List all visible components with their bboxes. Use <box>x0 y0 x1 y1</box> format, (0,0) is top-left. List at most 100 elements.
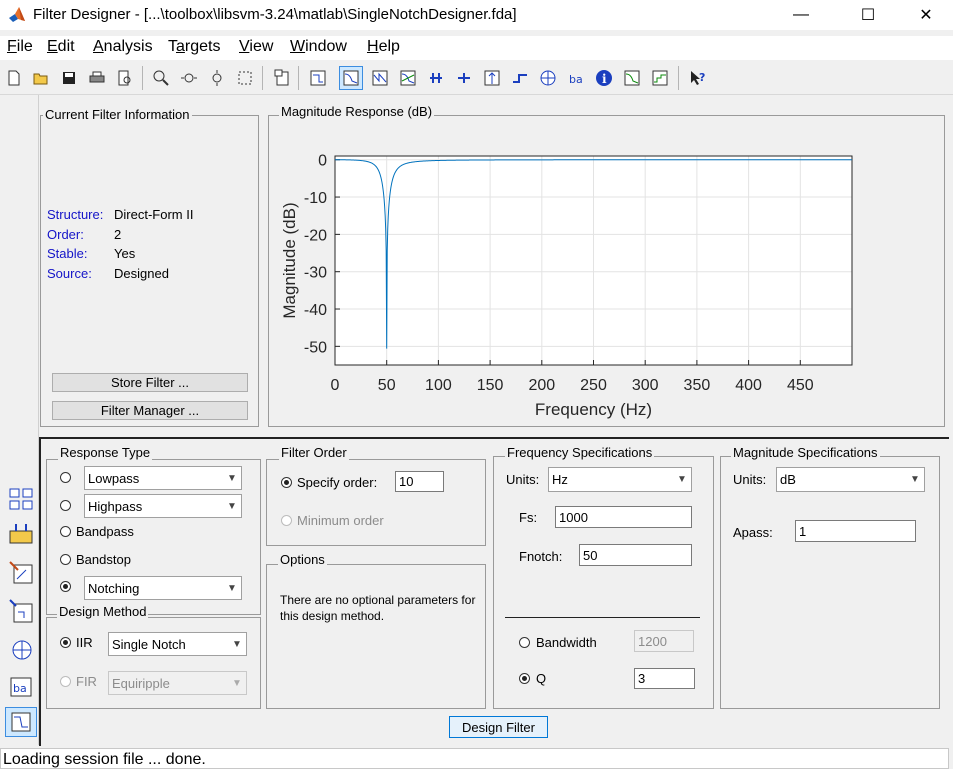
magnitude-estimate-icon[interactable] <box>620 66 644 90</box>
fir-method-select[interactable]: Equiripple ▼ <box>108 671 247 695</box>
current-filter-info-title: Current Filter Information <box>43 107 192 122</box>
iir-radio[interactable] <box>60 637 71 648</box>
menu-help[interactable]: Help <box>367 38 400 56</box>
menu-edit[interactable]: Edit <box>47 38 75 56</box>
svg-text:ba: ba <box>13 682 27 695</box>
minimum-order-label[interactable]: Minimum order <box>297 513 384 528</box>
magnitude-response-chart[interactable]: 0 50 100 150 200 250 300 350 400 450 0 -10 -20 -30 -40… <box>270 140 940 422</box>
iir-method-select[interactable]: Single Notch ▼ <box>108 632 247 656</box>
minimize-button[interactable]: — <box>778 0 824 30</box>
bandpass-label[interactable]: Bandpass <box>76 524 134 539</box>
zoom-y-icon[interactable] <box>205 66 229 90</box>
side-transform-icon[interactable] <box>5 484 37 514</box>
whats-this-icon[interactable]: ? <box>686 66 710 90</box>
bandwidth-input[interactable]: 1200 <box>634 630 694 652</box>
notching-radio[interactable] <box>60 581 71 592</box>
freq-units-select[interactable]: Hz ▼ <box>548 467 692 492</box>
chevron-down-icon: ▼ <box>232 677 242 689</box>
save-icon[interactable] <box>57 66 81 90</box>
new-figure-icon[interactable] <box>270 66 294 90</box>
chevron-down-icon: ▼ <box>227 582 237 594</box>
side-convert-icon[interactable] <box>5 519 37 549</box>
y-tick-label: -10 <box>304 190 327 207</box>
mag-phase-icon[interactable] <box>396 66 420 90</box>
impulse-response-icon[interactable] <box>480 66 504 90</box>
fir-label[interactable]: FIR <box>76 674 97 689</box>
q-label[interactable]: Q <box>536 671 546 686</box>
new-icon[interactable] <box>2 66 26 90</box>
x-tick-label: 300 <box>632 377 659 394</box>
side-pole-zero-icon[interactable] <box>5 634 37 664</box>
filter-order-title: Filter Order <box>279 445 349 460</box>
info-icon[interactable]: i <box>592 66 616 90</box>
side-design-filter-icon[interactable] <box>5 707 37 737</box>
highpass-radio[interactable] <box>60 500 71 511</box>
magnitude-response-icon[interactable] <box>339 66 363 90</box>
window-title: Filter Designer - [...\toolbox\libsvm-3.… <box>33 6 517 23</box>
x-tick-label: 200 <box>528 377 555 394</box>
step-response-icon[interactable] <box>508 66 532 90</box>
print-icon[interactable] <box>85 66 109 90</box>
chevron-down-icon: ▼ <box>232 638 242 650</box>
specify-order-radio[interactable] <box>281 477 292 488</box>
q-input[interactable]: 3 <box>634 668 695 689</box>
y-axis-label: Magnitude (dB) <box>280 202 299 318</box>
bandwidth-label[interactable]: Bandwidth <box>536 635 597 650</box>
phase-response-icon[interactable] <box>368 66 392 90</box>
filter-manager-button[interactable]: Filter Manager ... <box>52 401 248 420</box>
iir-label[interactable]: IIR <box>76 635 93 650</box>
maximize-button[interactable]: ☐ <box>845 0 891 30</box>
coefficients-icon[interactable]: ba <box>564 66 588 90</box>
highpass-select[interactable]: Highpass ▼ <box>84 494 242 518</box>
q-radio[interactable] <box>519 673 530 684</box>
store-filter-button[interactable]: Store Filter ... <box>52 373 248 392</box>
notching-select-value: Notching <box>88 580 140 596</box>
phase-delay-icon[interactable] <box>452 66 476 90</box>
x-tick-label: 150 <box>477 377 504 394</box>
filter-order-panel <box>266 459 486 546</box>
bandpass-radio[interactable] <box>60 526 71 537</box>
print-preview-icon[interactable] <box>113 66 137 90</box>
noise-psd-icon[interactable] <box>648 66 672 90</box>
bandstop-label[interactable]: Bandstop <box>76 552 131 567</box>
menu-targets[interactable]: Targets <box>168 38 220 56</box>
zoom-x-icon[interactable] <box>177 66 201 90</box>
side-coefficients-icon[interactable]: ba <box>5 671 37 701</box>
x-tick-label: 250 <box>580 377 607 394</box>
fnotch-label: Fnotch: <box>519 549 563 564</box>
pole-zero-icon[interactable] <box>536 66 560 90</box>
mag-units-select[interactable]: dB ▼ <box>776 467 925 492</box>
menu-view[interactable]: View <box>239 38 273 56</box>
menu-file[interactable]: File <box>7 38 33 56</box>
menu-window[interactable]: Window <box>290 38 347 56</box>
notching-select[interactable]: Notching ▼ <box>84 576 242 600</box>
source-label: Source: <box>47 266 92 281</box>
order-input[interactable]: 10 <box>395 471 444 492</box>
fs-input[interactable]: 1000 <box>555 506 692 528</box>
bandstop-radio[interactable] <box>60 554 71 565</box>
side-import-icon[interactable] <box>5 596 37 626</box>
specify-order-label[interactable]: Specify order: <box>297 475 377 490</box>
fnotch-input[interactable]: 50 <box>579 544 692 566</box>
side-design-icon[interactable] <box>5 558 37 588</box>
design-method-title: Design Method <box>57 604 149 619</box>
close-button[interactable]: ✕ <box>903 0 949 30</box>
design-filter-button[interactable]: Design Filter <box>449 716 548 738</box>
full-view-icon[interactable] <box>233 66 257 90</box>
source-value: Designed <box>114 266 169 281</box>
lowpass-select[interactable]: Lowpass ▼ <box>84 466 242 490</box>
apass-label: Apass: <box>733 525 773 540</box>
bandwidth-radio[interactable] <box>519 637 530 648</box>
fir-radio[interactable] <box>60 676 71 687</box>
zoom-in-icon[interactable] <box>149 66 173 90</box>
menu-analysis[interactable]: Analysis <box>93 38 153 56</box>
apass-input[interactable]: 1 <box>795 520 916 542</box>
group-delay-icon[interactable] <box>424 66 448 90</box>
magnitude-specs-title: Magnitude Specifications <box>731 445 880 460</box>
svg-text:?: ? <box>699 71 705 84</box>
open-icon[interactable] <box>29 66 53 90</box>
minimum-order-radio[interactable] <box>281 515 292 526</box>
lowpass-radio[interactable] <box>60 472 71 483</box>
filter-specs-icon[interactable] <box>306 66 330 90</box>
matlab-logo-icon <box>9 7 25 22</box>
